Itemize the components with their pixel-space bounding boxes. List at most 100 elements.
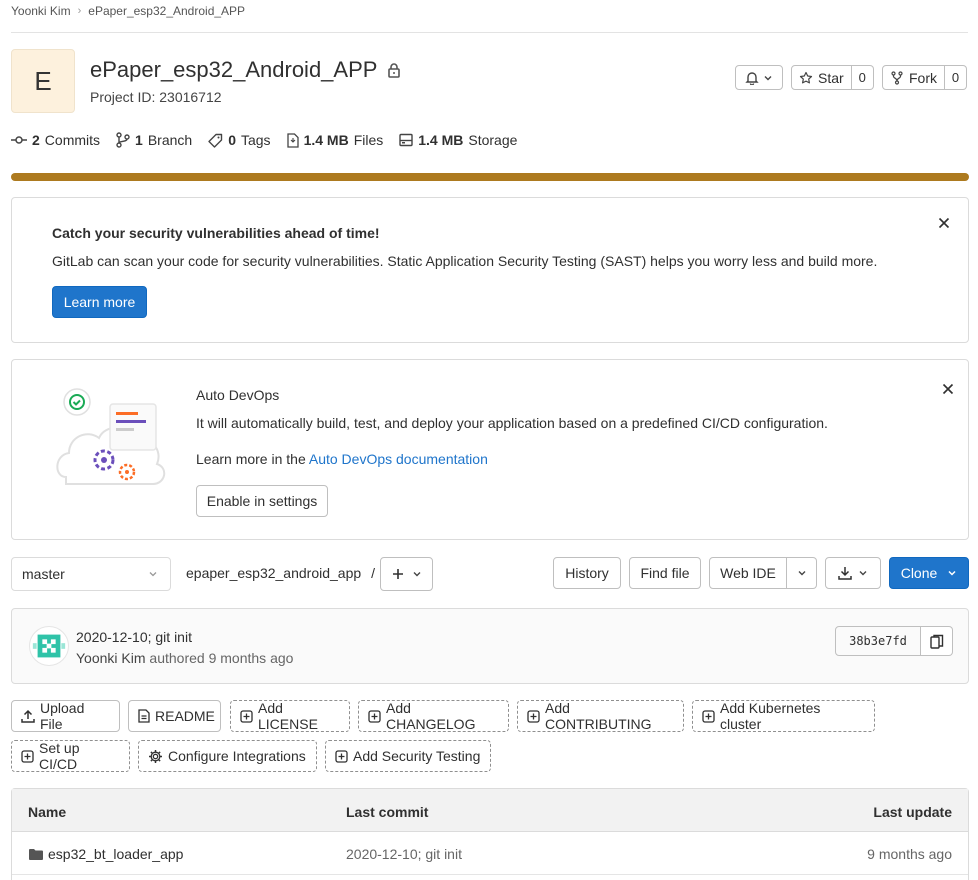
commits-stat[interactable]: 2 Commits	[11, 132, 100, 148]
star-button[interactable]: Star	[791, 65, 852, 90]
tags-count: 0	[228, 132, 236, 148]
add-contributing-button[interactable]: Add CONTRIBUTING	[517, 700, 684, 732]
chevron-down-icon	[858, 568, 868, 578]
add-to-tree-dropdown[interactable]	[380, 557, 433, 591]
copy-sha-button[interactable]	[921, 626, 953, 656]
readme-label: README	[155, 708, 215, 724]
tag-icon	[208, 133, 223, 148]
readme-button[interactable]: README	[128, 700, 221, 732]
add-changelog-label: Add CHANGELOG	[386, 700, 476, 732]
chevron-down-icon	[947, 568, 957, 578]
auto-devops-illustration-icon	[52, 382, 172, 497]
plus-square-icon	[702, 709, 715, 723]
web-ide-dropdown-toggle[interactable]	[787, 557, 817, 589]
file-name: esp32_bt_loader_app	[48, 846, 184, 862]
add-contributing-label: Add CONTRIBUTING	[545, 700, 652, 732]
commit-icon	[11, 133, 27, 147]
branch-stat[interactable]: 1 Branch	[116, 132, 192, 148]
configure-integrations-button[interactable]: Configure Integrations	[138, 740, 317, 772]
tags-label: Tags	[240, 132, 271, 148]
file-tree-table: Name Last commit Last update esp32_bt_lo…	[11, 788, 969, 880]
table-row[interactable]: esp32_bt_loader_app 2020-12-10; git init…	[12, 833, 968, 875]
web-ide-button[interactable]: Web IDE	[709, 557, 787, 589]
lock-icon	[387, 62, 401, 78]
header-divider	[11, 32, 968, 33]
find-file-button[interactable]: Find file	[629, 557, 701, 589]
star-group: Star 0	[791, 65, 874, 90]
copy-icon	[929, 634, 944, 649]
notification-button[interactable]	[735, 65, 783, 90]
auto-devops-docs-link[interactable]: Auto DevOps documentation	[309, 451, 488, 467]
clone-label: Clone	[900, 565, 938, 581]
enable-in-settings-button[interactable]: Enable in settings	[196, 485, 328, 517]
clone-button[interactable]: Clone	[889, 557, 969, 589]
star-count[interactable]: 0	[851, 65, 874, 90]
commit-time: 9 months ago	[208, 650, 294, 666]
file-text-icon	[138, 709, 150, 723]
auto-devops-learn-more: Learn more in the Auto DevOps documentat…	[196, 451, 488, 467]
sast-banner-title: Catch your security vulnerabilities ahea…	[52, 225, 380, 241]
files-stat[interactable]: 1.4 MB Files	[286, 132, 384, 148]
configure-integrations-label: Configure Integrations	[168, 748, 306, 764]
close-icon[interactable]	[940, 381, 956, 397]
commit-sha-link[interactable]: 38b3e7fd	[835, 626, 921, 656]
plus-square-icon	[368, 709, 381, 723]
fork-count[interactable]: 0	[945, 65, 967, 90]
upload-file-button[interactable]: Upload File	[11, 700, 120, 732]
files-size: 1.4 MB	[303, 132, 349, 148]
tags-stat[interactable]: 0 Tags	[208, 132, 271, 148]
project-stats: 2 Commits 1 Branch 0 Tags 1.4 MB Files 1…	[11, 132, 533, 148]
gear-icon	[148, 749, 163, 764]
column-header-last-update: Last update	[873, 804, 952, 820]
plus-icon	[392, 568, 404, 580]
repo-path: epaper_esp32_android_app /	[186, 565, 375, 581]
download-dropdown[interactable]	[825, 557, 881, 589]
star-label: Star	[818, 69, 844, 86]
column-header-name: Name	[28, 804, 67, 820]
commit-authored-text: authored	[149, 650, 205, 666]
download-icon	[838, 566, 852, 580]
add-kubernetes-cluster-button[interactable]: Add Kubernetes cluster	[692, 700, 875, 732]
sast-banner-description: GitLab can scan your code for security v…	[52, 253, 878, 269]
files-label: Files	[353, 132, 384, 148]
fork-button[interactable]: Fork	[882, 65, 945, 90]
repo-path-root-link[interactable]: epaper_esp32_android_app	[186, 565, 361, 581]
branch-select[interactable]: master	[11, 557, 171, 591]
storage-stat[interactable]: 1.4 MB Storage	[399, 132, 517, 148]
chevron-down-icon	[412, 569, 422, 579]
file-name-cell[interactable]: esp32_bt_loader_app	[28, 846, 183, 862]
auto-devops-description: It will automatically build, test, and d…	[196, 415, 828, 431]
breadcrumb-project-link[interactable]: ePaper_esp32_Android_APP	[88, 4, 245, 18]
breadcrumb-separator: ›	[77, 5, 82, 17]
file-last-commit-link[interactable]: 2020-12-10; git init	[346, 846, 462, 862]
branch-icon	[116, 132, 130, 148]
commits-label: Commits	[44, 132, 101, 148]
commit-sha-group: 38b3e7fd	[835, 626, 953, 656]
add-license-button[interactable]: Add LICENSE	[230, 700, 350, 732]
breadcrumb: Yoonki Kim › ePaper_esp32_Android_APP	[11, 2, 245, 20]
storage-size: 1.4 MB	[418, 132, 464, 148]
close-icon[interactable]	[936, 215, 952, 231]
project-title-row: ePaper_esp32_Android_APP	[90, 57, 401, 83]
branch-select-value: master	[22, 566, 65, 582]
commit-author-link[interactable]: Yoonki Kim	[76, 650, 146, 666]
breadcrumb-user-link[interactable]: Yoonki Kim	[11, 4, 71, 18]
history-button[interactable]: History	[553, 557, 621, 589]
add-security-testing-button[interactable]: Add Security Testing	[325, 740, 491, 772]
setup-cicd-button[interactable]: Set up CI/CD	[11, 740, 130, 772]
learn-more-button[interactable]: Learn more	[52, 286, 147, 318]
project-avatar[interactable]: E	[11, 49, 75, 113]
plus-square-icon	[21, 749, 34, 763]
storage-label: Storage	[468, 132, 518, 148]
add-security-testing-label: Add Security Testing	[353, 748, 481, 764]
branch-count: 1	[135, 132, 143, 148]
storage-usage-bar	[11, 173, 969, 181]
commit-author-avatar[interactable]	[29, 626, 69, 666]
add-license-label: Add LICENSE	[258, 700, 318, 732]
storage-icon	[399, 133, 413, 147]
add-changelog-button[interactable]: Add CHANGELOG	[358, 700, 509, 732]
commit-title-link[interactable]: 2020-12-10; git init	[76, 629, 192, 645]
upload-file-label: Upload File	[40, 700, 85, 732]
sast-promo-banner: Catch your security vulnerabilities ahea…	[11, 197, 969, 343]
commit-meta: Yoonki Kim authored 9 months ago	[76, 650, 293, 666]
